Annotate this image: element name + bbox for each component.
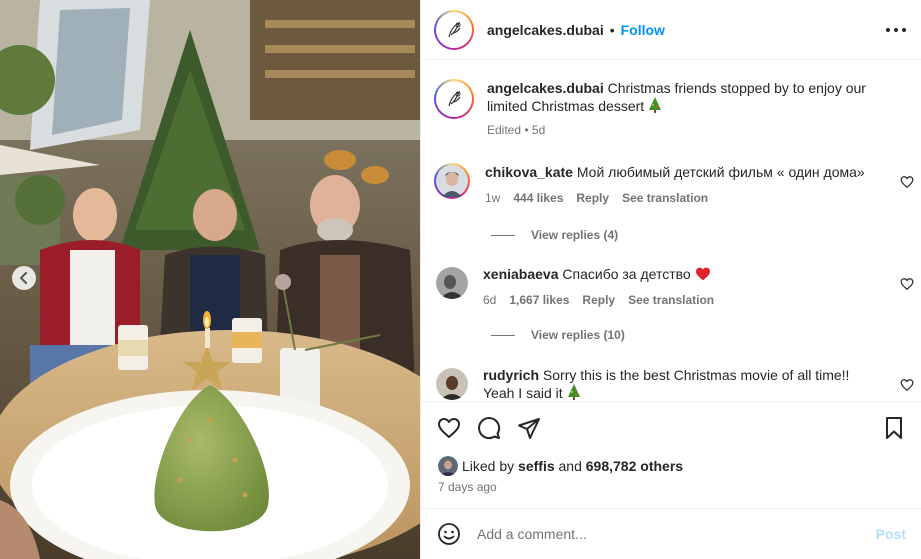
follow-button[interactable]: Follow — [621, 22, 665, 38]
liker-username[interactable]: seffis — [518, 458, 555, 474]
comment-text: Мой любимый детский фильм « один дома» — [576, 164, 865, 180]
angel-logo-icon — [448, 90, 461, 107]
more-options-button[interactable] — [884, 20, 908, 40]
more-horizontal-icon — [886, 28, 906, 32]
reply-button[interactable]: Reply — [576, 189, 609, 207]
comment-meta: 6d 1,667 likes Reply See translation — [483, 291, 873, 309]
see-translation-button[interactable]: See translation — [622, 189, 708, 207]
view-replies-button[interactable]: View replies (4) — [491, 228, 618, 242]
comment-likes[interactable]: 1,667 likes — [509, 291, 569, 309]
likes-joiner: and — [558, 458, 582, 474]
comment-bubble-icon[interactable] — [477, 416, 501, 440]
likes-summary[interactable]: Liked by seffis and 698,782 others — [438, 456, 683, 476]
comment-age: 1w — [485, 191, 501, 205]
user-photo-icon — [436, 368, 468, 400]
likes-others-count[interactable]: 698,782 others — [586, 458, 683, 474]
edited-label: Edited — [487, 123, 522, 137]
author-username[interactable]: angelcakes.dubai — [487, 22, 604, 38]
like-comment-icon[interactable] — [900, 378, 914, 392]
commenter-avatar[interactable] — [436, 267, 468, 299]
post-actions — [421, 401, 921, 451]
reply-button[interactable]: Reply — [582, 291, 615, 309]
comment-input[interactable] — [477, 526, 857, 542]
commenter-avatar[interactable] — [436, 368, 468, 400]
carousel-dot-active — [232, 539, 238, 545]
separator-dot: • — [609, 21, 615, 38]
comment-item: chikova_kate Мой любимый детский фильм «… — [434, 163, 914, 207]
carousel-dot — [222, 539, 228, 545]
post-comment-button[interactable]: Post — [876, 526, 906, 542]
liked-by-prefix: Liked by — [462, 458, 515, 474]
post-header: angelcakes.dubai • Follow — [421, 0, 921, 60]
emoji-icon[interactable] — [437, 522, 461, 546]
carousel-dot — [212, 539, 218, 545]
caption-meta: Edited • 5d — [487, 123, 546, 137]
comment-username[interactable]: rudyrich — [483, 367, 539, 383]
comment-username[interactable]: chikova_kate — [485, 164, 573, 180]
comment-likes[interactable]: 444 likes — [513, 189, 563, 207]
christmas-tree-icon — [567, 384, 580, 400]
comment-text: Спасибо за детство — [562, 266, 691, 282]
post-photo — [0, 0, 420, 559]
carousel-dot — [182, 539, 188, 545]
post-dialog: angelcakes.dubai • Follow angelcakes.dub… — [0, 0, 921, 559]
red-heart-icon — [695, 267, 710, 281]
comment-age: 6d — [483, 293, 497, 307]
post-date: 7 days ago — [438, 480, 497, 494]
comment-username[interactable]: xeniabaeva — [483, 266, 559, 282]
christmas-tree-icon — [649, 97, 662, 113]
bookmark-save-icon[interactable] — [882, 416, 906, 440]
see-translation-button[interactable]: See translation — [628, 291, 714, 309]
caption-author-avatar[interactable] — [434, 79, 474, 119]
carousel-dot — [192, 539, 198, 545]
angel-logo-icon — [448, 21, 461, 37]
caption-username[interactable]: angelcakes.dubai — [487, 80, 604, 96]
like-heart-icon[interactable] — [437, 416, 461, 440]
comments-list[interactable]: angelcakes.dubai Christmas friends stopp… — [421, 61, 921, 401]
comment-item: rudyrich Sorry this is the best Christma… — [434, 366, 914, 401]
like-comment-icon[interactable] — [900, 175, 914, 189]
commenter-avatar[interactable] — [434, 163, 470, 199]
chevron-left-icon — [20, 272, 27, 284]
like-comment-icon[interactable] — [900, 277, 914, 291]
carousel-indicator — [0, 539, 420, 545]
user-photo-icon — [436, 267, 468, 299]
caption-age: 5d — [531, 123, 546, 137]
view-replies-button[interactable]: View replies (10) — [491, 328, 625, 342]
carousel-dot — [202, 539, 208, 545]
comment-meta: 1w 444 likes Reply See translation — [485, 189, 875, 207]
liker-avatar — [438, 456, 458, 476]
post-caption: angelcakes.dubai Christmas friends stopp… — [434, 79, 914, 139]
share-send-icon[interactable] — [517, 416, 541, 440]
post-panel: angelcakes.dubai • Follow angelcakes.dub… — [420, 0, 921, 559]
author-avatar[interactable] — [434, 9, 474, 50]
user-photo-icon — [436, 165, 468, 197]
carousel-prev-button[interactable] — [12, 266, 36, 290]
post-media[interactable] — [0, 0, 420, 559]
comment-item: xeniabaeva Спасибо за детство 6d 1,667 l… — [434, 265, 914, 309]
comment-composer: Post — [421, 508, 921, 559]
